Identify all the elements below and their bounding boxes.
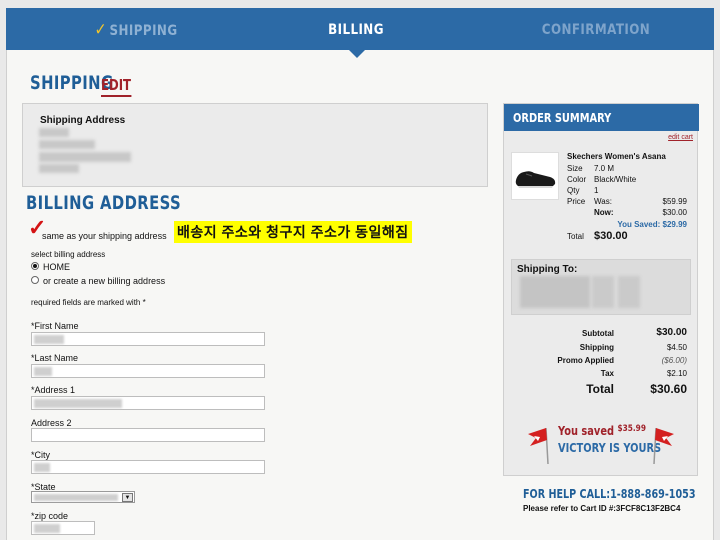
item-total-label: Total (567, 232, 584, 241)
redacted-text (592, 276, 614, 308)
saved-total-text: You saved $35.99 (558, 424, 646, 438)
checkmark-icon: ✓ (94, 20, 108, 40)
size-value: 7.0 M (594, 164, 615, 173)
address1-field[interactable] (31, 396, 265, 410)
edit-shipping-link[interactable]: EDIT (101, 76, 132, 97)
redacted-text (520, 276, 590, 308)
pennant-flag-icon (528, 427, 549, 464)
same-as-shipping-label[interactable]: same as your shipping address (42, 231, 167, 241)
you-saved-text: You Saved: $29.99 (617, 220, 687, 229)
product-image[interactable] (511, 152, 559, 200)
last-name-label: *Last Name (31, 353, 79, 363)
zip-label: *zip code (31, 511, 69, 521)
redacted-text (39, 128, 69, 137)
redacted-text (39, 164, 79, 173)
billing-title: BILLING ADDRESS (26, 192, 182, 214)
chevron-down-icon: ▼ (122, 493, 133, 502)
first-name-label: *First Name (31, 321, 79, 331)
radio-new-address[interactable] (31, 276, 39, 284)
now-value: $30.00 (662, 208, 687, 217)
size-label: Size (567, 164, 583, 173)
order-summary: ORDER SUMMARY edit cart Skechers Women's… (503, 103, 699, 476)
radio-new-address-label: or create a new billing address (43, 276, 166, 286)
color-value: Black/White (594, 175, 637, 184)
color-label: Color (567, 175, 587, 184)
required-note: required fields are marked with * (31, 298, 146, 307)
select-billing-label: select billing address (31, 250, 106, 259)
radio-home[interactable] (31, 262, 39, 270)
shipping-to-label: Shipping To: (517, 264, 578, 275)
last-name-field[interactable] (31, 364, 265, 378)
help-phone: FOR HELP CALL:1-888-869-1053 (523, 487, 696, 501)
zip-field[interactable] (31, 521, 95, 535)
first-name-field[interactable] (31, 332, 265, 346)
redacted-text (618, 276, 640, 308)
shipping-address-label: Shipping Address (40, 115, 126, 126)
address1-label: *Address 1 (31, 385, 76, 395)
city-label: *City (31, 450, 51, 460)
redacted-text (39, 140, 95, 149)
shipping-to-box: Shipping To: (511, 259, 691, 315)
redacted-text (39, 152, 131, 162)
step-shipping[interactable]: ✓ SHIPPING (85, 8, 187, 50)
victory-text: VICTORY IS YOURS (558, 441, 662, 455)
promo-value: ($6.00) (661, 356, 687, 365)
cart-id: Please refer to Cart ID #:3FCF8C13F2BC4 (523, 504, 681, 513)
qty-label: Qty (567, 186, 580, 195)
shoe-icon (515, 171, 556, 188)
address2-field[interactable] (31, 428, 265, 442)
address2-label: Address 2 (31, 418, 72, 428)
step-billing: BILLING (328, 22, 384, 38)
state-select[interactable]: ▼ (31, 491, 135, 503)
city-field[interactable] (31, 460, 265, 474)
product-name[interactable]: Skechers Women's Asana (567, 152, 666, 161)
shipping-address-box: Shipping Address (22, 103, 488, 187)
pennant-flag-icon (653, 427, 674, 464)
order-summary-header: ORDER SUMMARY (504, 104, 699, 131)
current-step-pointer (349, 50, 365, 58)
step-confirmation: CONFIRMATION (541, 22, 651, 38)
was-value: $59.99 (662, 197, 687, 206)
shipping-value: $4.50 (666, 343, 687, 352)
checkout-steps: ✓ SHIPPING BILLING CONFIRMATION (6, 8, 714, 50)
edit-cart-link[interactable]: edit cart (668, 134, 693, 141)
radio-home-label: HOME (43, 262, 70, 272)
item-total-value: $30.00 (594, 230, 628, 242)
qty-value: 1 (594, 186, 599, 195)
subtotal-value: $30.00 (656, 327, 687, 338)
annotation-highlight: 배송지 주소와 청구지 주소가 동일해짐 (174, 221, 412, 243)
grand-total-value: $30.60 (650, 382, 687, 396)
tax-value: $2.10 (666, 369, 687, 378)
